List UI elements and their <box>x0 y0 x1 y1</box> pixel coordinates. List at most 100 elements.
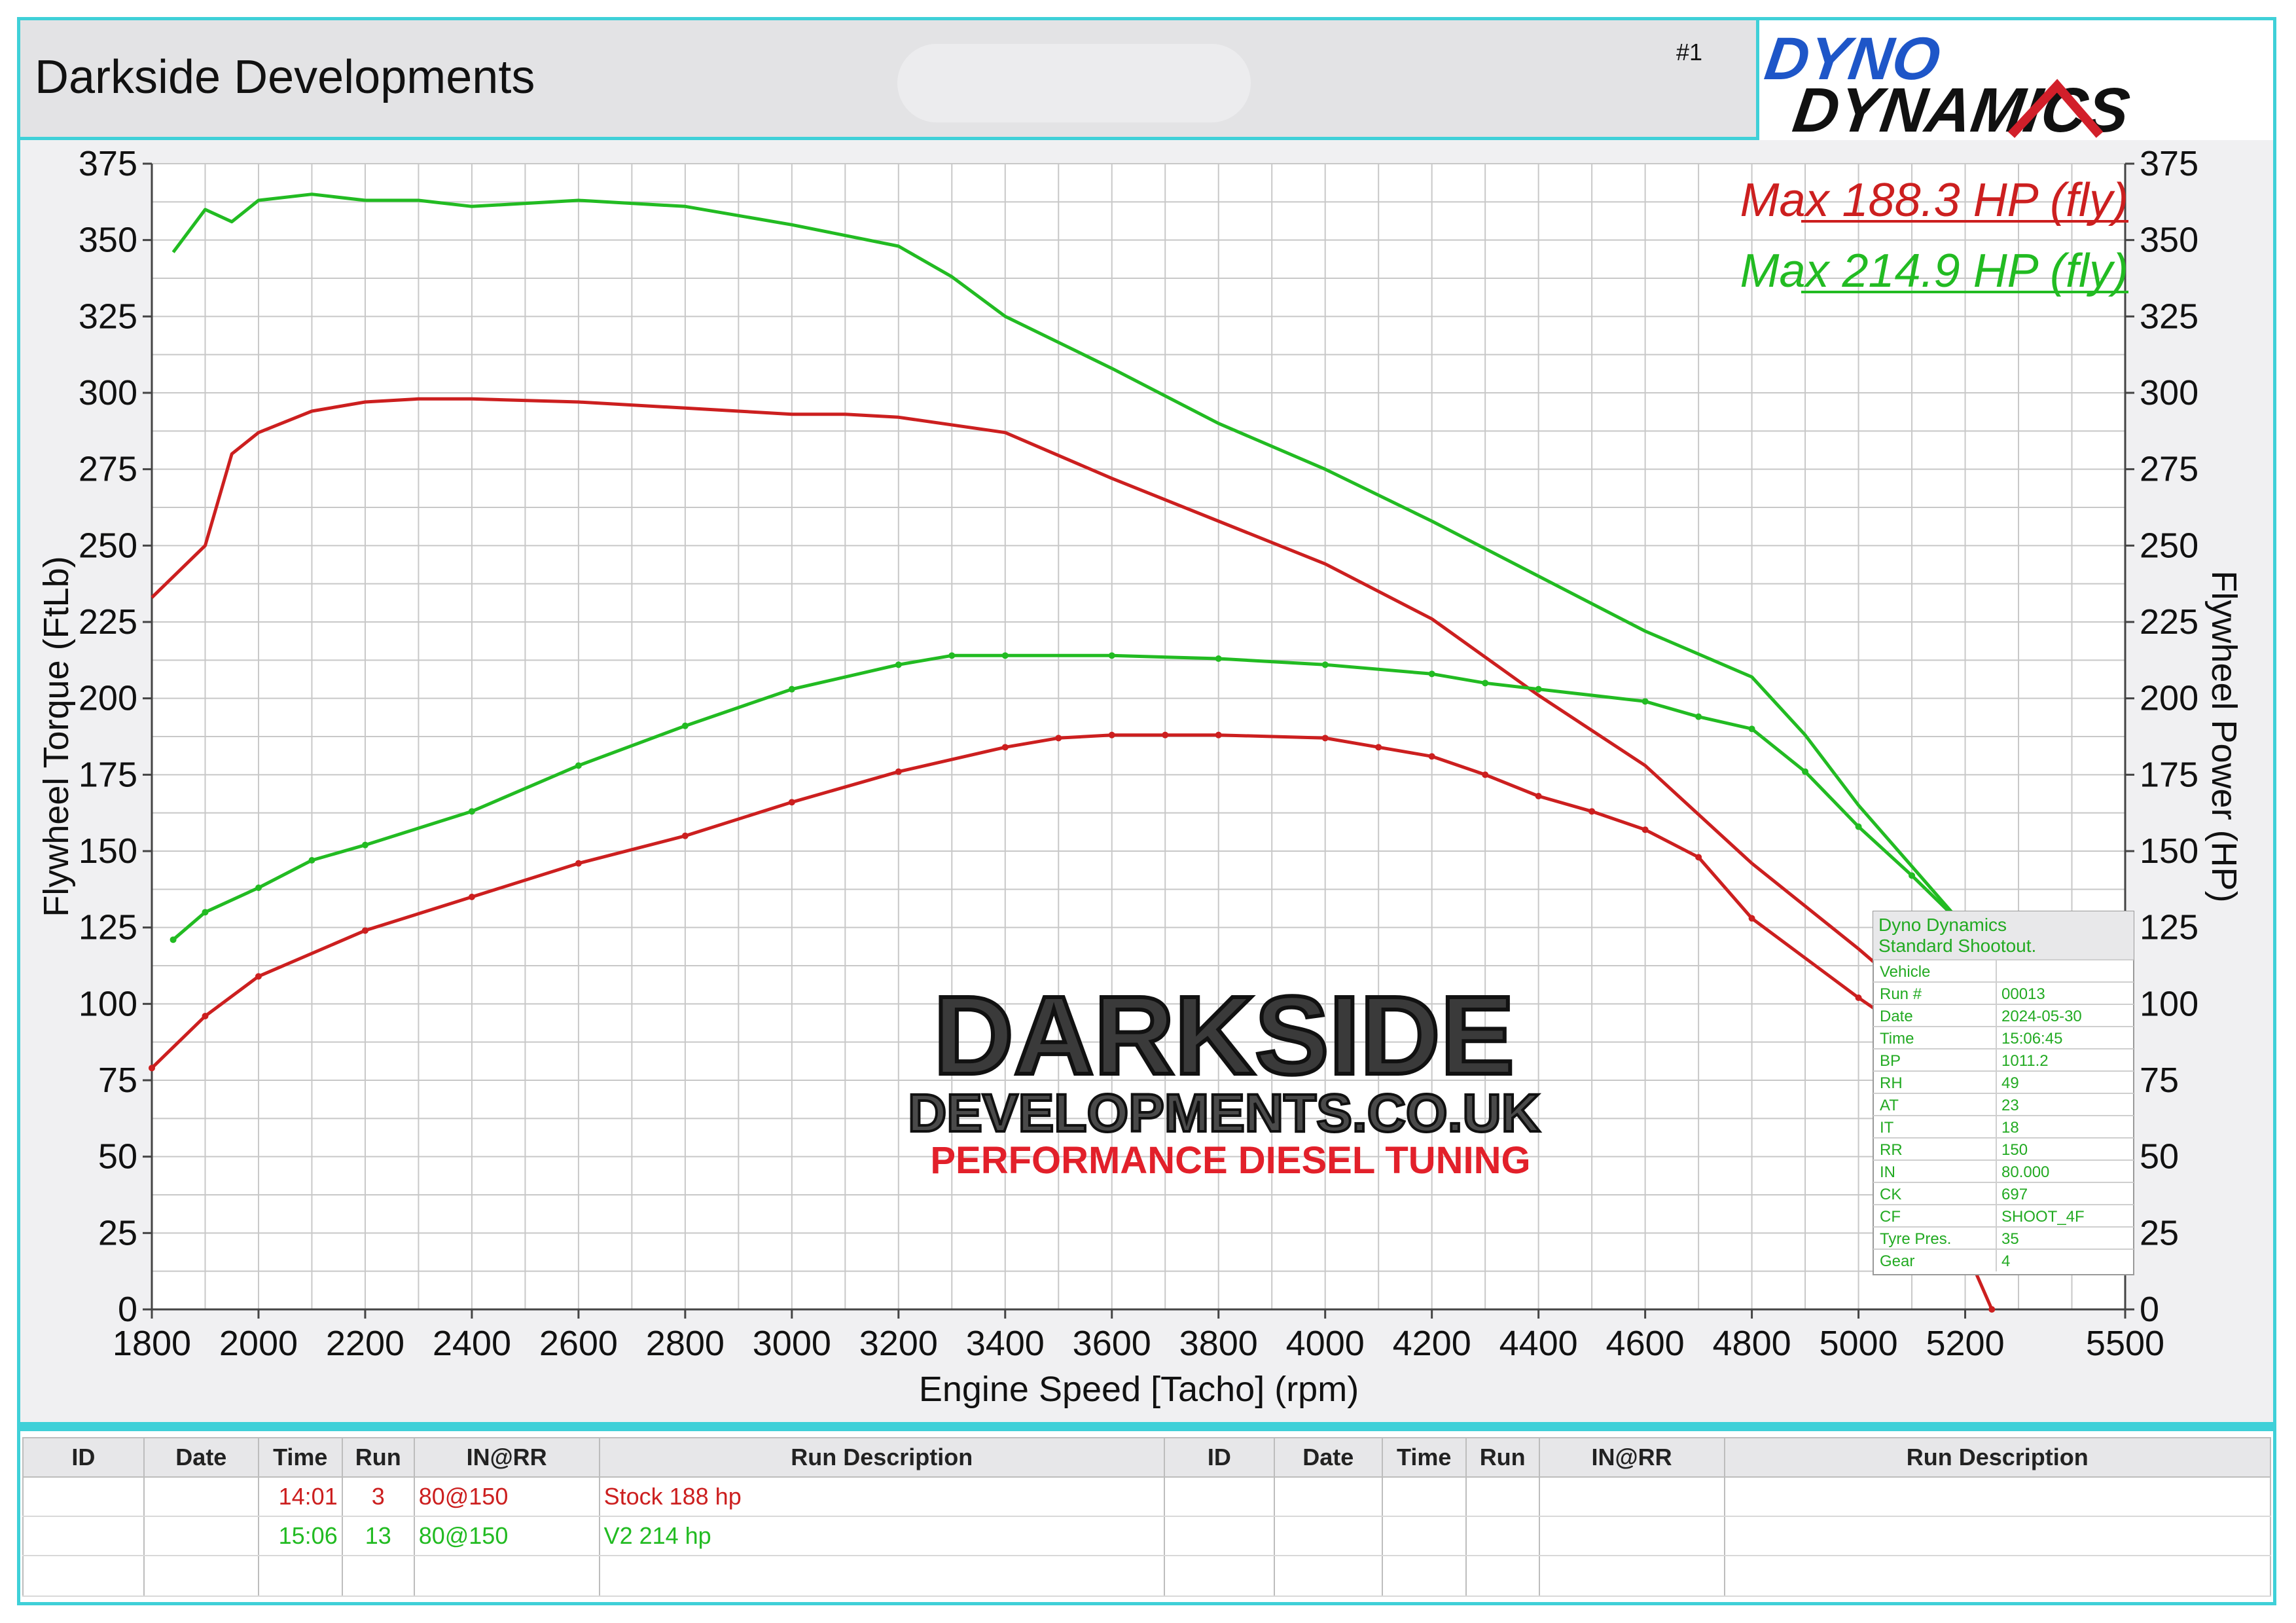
point-stock-power <box>468 894 475 900</box>
point-v2-power <box>1909 872 1916 879</box>
point-v2-power <box>361 841 368 848</box>
x-tick-label: 2200 <box>326 1324 404 1363</box>
cell-empty <box>1163 1516 1275 1556</box>
y-tick-label-left: 300 <box>79 373 137 412</box>
point-v2-power <box>948 652 956 659</box>
info-value: 1011.2 <box>2001 1052 2049 1070</box>
info-key: IN <box>1880 1163 1895 1181</box>
point-v2-power <box>1321 661 1329 668</box>
cell-empty <box>1723 1516 2271 1556</box>
x-tick-label: 4600 <box>1606 1324 1685 1363</box>
point-v2-power <box>1108 652 1115 659</box>
cell-run: 3 <box>341 1477 415 1517</box>
table-row[interactable]: 15:06 13 80@150 V2 214 hp <box>22 1516 2271 1556</box>
point-stock-power <box>1001 744 1009 751</box>
x-tick-label: 3400 <box>966 1324 1045 1363</box>
col-run-description-2: Run Description <box>1723 1437 2271 1478</box>
info-value: 15:06:45 <box>2001 1030 2062 1048</box>
y-axis-right-label: Flywheel Power (HP) <box>2204 570 2244 902</box>
info-value: 18 <box>2001 1119 2019 1137</box>
info-key: Time <box>1880 1030 1914 1048</box>
point-stock-power <box>788 799 795 806</box>
y-tick-label-right: 250 <box>2140 526 2198 565</box>
x-tick-label: 5200 <box>1926 1324 2004 1363</box>
cell-id <box>22 1516 145 1556</box>
info-value: 697 <box>2001 1186 2028 1203</box>
x-axis-label: Engine Speed [Tacho] (rpm) <box>919 1370 1359 1409</box>
max-label-stock: Max 188.3 HP (fly) <box>1740 174 2128 227</box>
col-date-2: Date <box>1273 1437 1383 1478</box>
point-v2-power <box>1428 670 1435 678</box>
cell-empty <box>1273 1477 1383 1517</box>
y-tick-label-right: 350 <box>2140 221 2198 260</box>
cell-run: 13 <box>341 1516 415 1556</box>
y-tick-label-left: 325 <box>79 297 137 336</box>
max-label-v2: Max 214.9 HP (fly) <box>1740 245 2128 297</box>
info-box: Dyno Dynamics Standard Shootout. Vehicle… <box>1873 911 2134 1275</box>
point-stock-power <box>1321 735 1329 742</box>
cell-empty <box>1465 1477 1540 1517</box>
cell-empty <box>1163 1477 1275 1517</box>
y-axis-left-label: Flywheel Torque (FtLb) <box>37 556 76 917</box>
info-value: SHOOT_4F <box>2001 1208 2085 1226</box>
info-key: BP <box>1880 1052 1901 1070</box>
run-table-header: ID Date Time Run IN@RR Run Description I… <box>22 1437 2271 1478</box>
info-value: 150 <box>2001 1141 2028 1159</box>
info-value: 4 <box>2001 1252 2010 1270</box>
info-value: 35 <box>2001 1230 2019 1248</box>
y-tick-label-left: 225 <box>79 602 137 642</box>
y-tick-label-left: 375 <box>79 144 137 183</box>
x-tick-label: 2800 <box>646 1324 725 1363</box>
y-tick-label-right: 375 <box>2140 144 2198 183</box>
y-tick-label-right: 300 <box>2140 373 2198 412</box>
point-v2-power <box>202 909 209 916</box>
point-stock-power <box>1215 731 1222 739</box>
x-tick-label: 4800 <box>1713 1324 1791 1363</box>
x-tick-label: 4400 <box>1499 1324 1578 1363</box>
darkside-watermark: DARKSIDE DEVELOPMENTS.CO.UK PERFORMANCE … <box>906 972 1541 1182</box>
col-run: Run <box>341 1437 415 1478</box>
cell-inrr: 80@150 <box>413 1477 600 1517</box>
table-row-empty <box>22 1556 2271 1597</box>
point-stock-power <box>1988 1306 1996 1313</box>
point-stock-power <box>1855 994 1862 1001</box>
cell-empty <box>1273 1516 1383 1556</box>
run-table: ID Date Time Run IN@RR Run Description I… <box>22 1437 2271 1597</box>
cell-inrr: 80@150 <box>413 1516 600 1556</box>
point-stock-power <box>1695 854 1702 861</box>
info-key: RH <box>1880 1074 1903 1092</box>
y-tick-label-right: 275 <box>2140 450 2198 489</box>
col-time-2: Time <box>1381 1437 1467 1478</box>
y-tick-label-left: 150 <box>79 831 137 871</box>
cell-date <box>143 1516 259 1556</box>
point-stock-power <box>681 832 689 839</box>
col-id-2: ID <box>1163 1437 1275 1478</box>
point-v2-power <box>1215 655 1222 662</box>
info-value: 00013 <box>2001 985 2045 1003</box>
x-tick-label: 3600 <box>1073 1324 1151 1363</box>
y-tick-label-left: 350 <box>79 221 137 260</box>
info-key: AT <box>1880 1097 1899 1114</box>
y-tick-label-left: 100 <box>79 984 137 1023</box>
y-tick-label-left: 175 <box>79 755 137 794</box>
y-tick-label-left: 275 <box>79 450 137 489</box>
point-stock-power <box>1641 826 1649 833</box>
point-stock-power <box>1535 793 1542 799</box>
col-date: Date <box>143 1437 259 1478</box>
y-tick-label-right: 150 <box>2140 831 2198 871</box>
point-v2-power <box>1855 823 1862 830</box>
table-row[interactable]: 14:01 3 80@150 Stock 188 hp <box>22 1477 2271 1517</box>
y-tick-label-right: 75 <box>2140 1061 2179 1100</box>
point-stock-power <box>1428 753 1435 760</box>
cell-description: V2 214 hp <box>598 1516 1165 1556</box>
x-tick-label: 5000 <box>1819 1324 1897 1363</box>
point-v2-power <box>1482 680 1489 687</box>
x-tick-label: 3800 <box>1179 1324 1258 1363</box>
col-run-description: Run Description <box>598 1437 1165 1478</box>
point-stock-power <box>575 860 582 867</box>
point-stock-power <box>1375 744 1382 751</box>
point-stock-power <box>149 1065 155 1072</box>
point-v2-power <box>681 722 689 729</box>
x-tick-label: 5500 <box>2086 1324 2164 1363</box>
point-v2-power <box>255 884 262 891</box>
